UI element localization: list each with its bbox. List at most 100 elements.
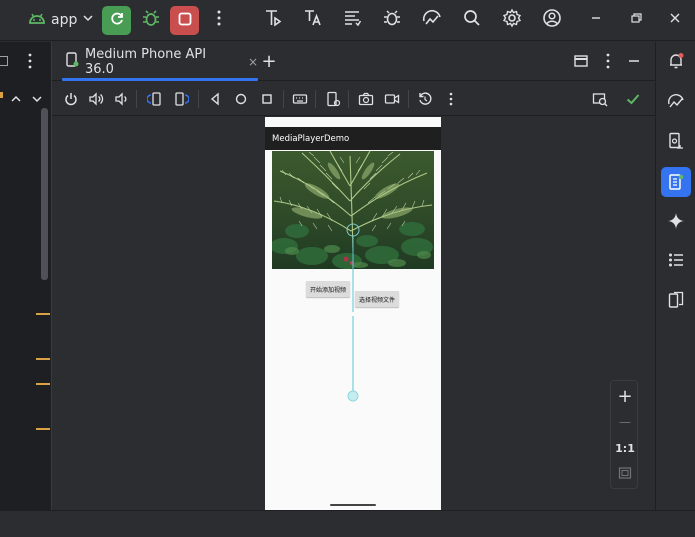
rotate-right-icon[interactable] bbox=[172, 90, 190, 108]
minimize-button[interactable] bbox=[584, 8, 608, 32]
app-bar: MediaPlayerDemo bbox=[265, 127, 441, 150]
app-title: MediaPlayerDemo bbox=[272, 133, 350, 144]
restore-icon bbox=[626, 8, 646, 32]
bug-settings-button[interactable] bbox=[380, 8, 404, 32]
device-manager-icon[interactable] bbox=[665, 130, 687, 152]
status-bar bbox=[0, 510, 695, 537]
settings-icon bbox=[502, 8, 522, 32]
structure-icon[interactable] bbox=[665, 249, 687, 271]
zoom-actual-size-button[interactable]: 1:1 bbox=[611, 439, 639, 457]
tab-label: Medium Phone API 36.0 bbox=[85, 46, 207, 77]
build-variants-button[interactable] bbox=[340, 8, 364, 32]
gutter-marker bbox=[36, 383, 50, 385]
gutter-marker bbox=[36, 428, 50, 430]
toolbar-separator bbox=[198, 90, 199, 108]
home-icon[interactable] bbox=[232, 90, 250, 108]
settings-button[interactable] bbox=[500, 8, 524, 32]
snapshot-settings-icon[interactable] bbox=[324, 90, 342, 108]
chevron-down-icon bbox=[82, 12, 94, 28]
start-adding-video-button[interactable]: 开始添加视频 bbox=[306, 281, 350, 297]
phone-screen[interactable]: MediaPlayerDemo 开始添加视频 选择视频文件 bbox=[265, 117, 441, 510]
restore-button[interactable] bbox=[624, 8, 648, 32]
chevron-down-icon[interactable] bbox=[31, 89, 43, 108]
translate-button[interactable] bbox=[300, 8, 324, 32]
power-icon[interactable] bbox=[62, 90, 80, 108]
more-vertical-icon[interactable] bbox=[442, 90, 460, 108]
fern-photo bbox=[272, 151, 434, 269]
run-config-label: app bbox=[51, 12, 78, 28]
add-device-tab-button[interactable]: + bbox=[258, 50, 280, 72]
window-layout-icon[interactable] bbox=[573, 53, 589, 73]
toolbar-separator bbox=[348, 90, 349, 108]
editor-gutter-strip bbox=[0, 42, 52, 510]
close-icon bbox=[665, 8, 685, 32]
layout-inspector-icon[interactable] bbox=[591, 90, 609, 108]
panel-edge-icon bbox=[0, 56, 8, 66]
camera-icon[interactable] bbox=[357, 90, 375, 108]
profiler-button[interactable] bbox=[261, 8, 285, 32]
close-window-button[interactable] bbox=[663, 8, 687, 32]
record-icon[interactable] bbox=[383, 90, 401, 108]
device-explorer-button[interactable] bbox=[420, 8, 444, 32]
stop-button[interactable] bbox=[170, 6, 199, 35]
back-icon[interactable] bbox=[206, 90, 224, 108]
device-explorer-icon bbox=[422, 8, 442, 32]
stop-icon bbox=[178, 11, 192, 30]
notifications-icon[interactable] bbox=[665, 50, 687, 72]
right-tool-window-bar bbox=[655, 42, 695, 510]
more-vertical-icon bbox=[209, 8, 229, 32]
build-variants-icon bbox=[342, 8, 362, 32]
zoom-out-button[interactable]: — bbox=[611, 411, 639, 433]
running-devices-tab-bar: Medium Phone API 36.0 × + bbox=[52, 42, 655, 81]
fit-screen-icon bbox=[618, 465, 632, 484]
check-icon[interactable] bbox=[624, 90, 642, 108]
apply-changes-button[interactable] bbox=[102, 6, 131, 35]
running-devices-icon[interactable] bbox=[665, 171, 687, 193]
device-mirroring-icon[interactable] bbox=[665, 289, 687, 311]
search-icon bbox=[462, 8, 482, 32]
toolbar-separator bbox=[315, 90, 316, 108]
device-icon bbox=[65, 51, 79, 72]
account-icon bbox=[542, 8, 562, 32]
tab-medium-phone[interactable]: Medium Phone API 36.0 × bbox=[62, 42, 258, 81]
rewind-icon[interactable] bbox=[416, 90, 434, 108]
tab-close-icon[interactable]: × bbox=[248, 55, 258, 69]
emulator-toolbar bbox=[52, 82, 655, 116]
android-icon bbox=[28, 11, 46, 29]
phone-status-bar bbox=[265, 117, 441, 127]
minimize-icon bbox=[586, 8, 606, 32]
gutter-marker bbox=[36, 313, 50, 315]
volume-up-icon[interactable] bbox=[87, 90, 105, 108]
bug-settings-icon bbox=[382, 8, 402, 32]
account-button[interactable] bbox=[540, 8, 564, 32]
toolbar-separator bbox=[283, 90, 284, 108]
overview-icon[interactable] bbox=[258, 90, 276, 108]
scrollbar-thumb[interactable] bbox=[41, 108, 48, 280]
zoom-in-button[interactable]: + bbox=[611, 385, 639, 407]
rotate-left-icon[interactable] bbox=[146, 90, 164, 108]
gutter-marker bbox=[36, 358, 50, 360]
hide-panel-icon[interactable] bbox=[626, 53, 642, 73]
translate-icon bbox=[302, 8, 322, 32]
choose-video-file-button[interactable]: 选择视频文件 bbox=[355, 291, 399, 307]
run-config-selector[interactable]: app bbox=[28, 8, 94, 32]
gutter-mark bbox=[0, 92, 3, 98]
gesture-nav-handle[interactable] bbox=[330, 504, 376, 506]
debug-icon bbox=[141, 8, 161, 32]
chevron-up-icon[interactable] bbox=[10, 89, 22, 108]
more-vertical-icon[interactable] bbox=[23, 52, 37, 74]
keyboard-icon[interactable] bbox=[291, 90, 309, 108]
search-button[interactable] bbox=[460, 8, 484, 32]
volume-down-icon[interactable] bbox=[112, 90, 130, 108]
active-tab-indicator bbox=[62, 78, 258, 81]
title-bar: app bbox=[0, 0, 695, 41]
gradle-icon[interactable] bbox=[665, 90, 687, 112]
zoom-fit-button[interactable] bbox=[611, 465, 639, 483]
toolbar-separator bbox=[136, 90, 137, 108]
debug-button[interactable] bbox=[139, 8, 163, 32]
more-actions-button[interactable] bbox=[207, 8, 231, 32]
more-vertical-icon[interactable] bbox=[601, 52, 615, 74]
apply-changes-icon bbox=[109, 11, 125, 31]
profiler-icon bbox=[263, 8, 283, 32]
gemini-icon[interactable] bbox=[665, 210, 687, 232]
